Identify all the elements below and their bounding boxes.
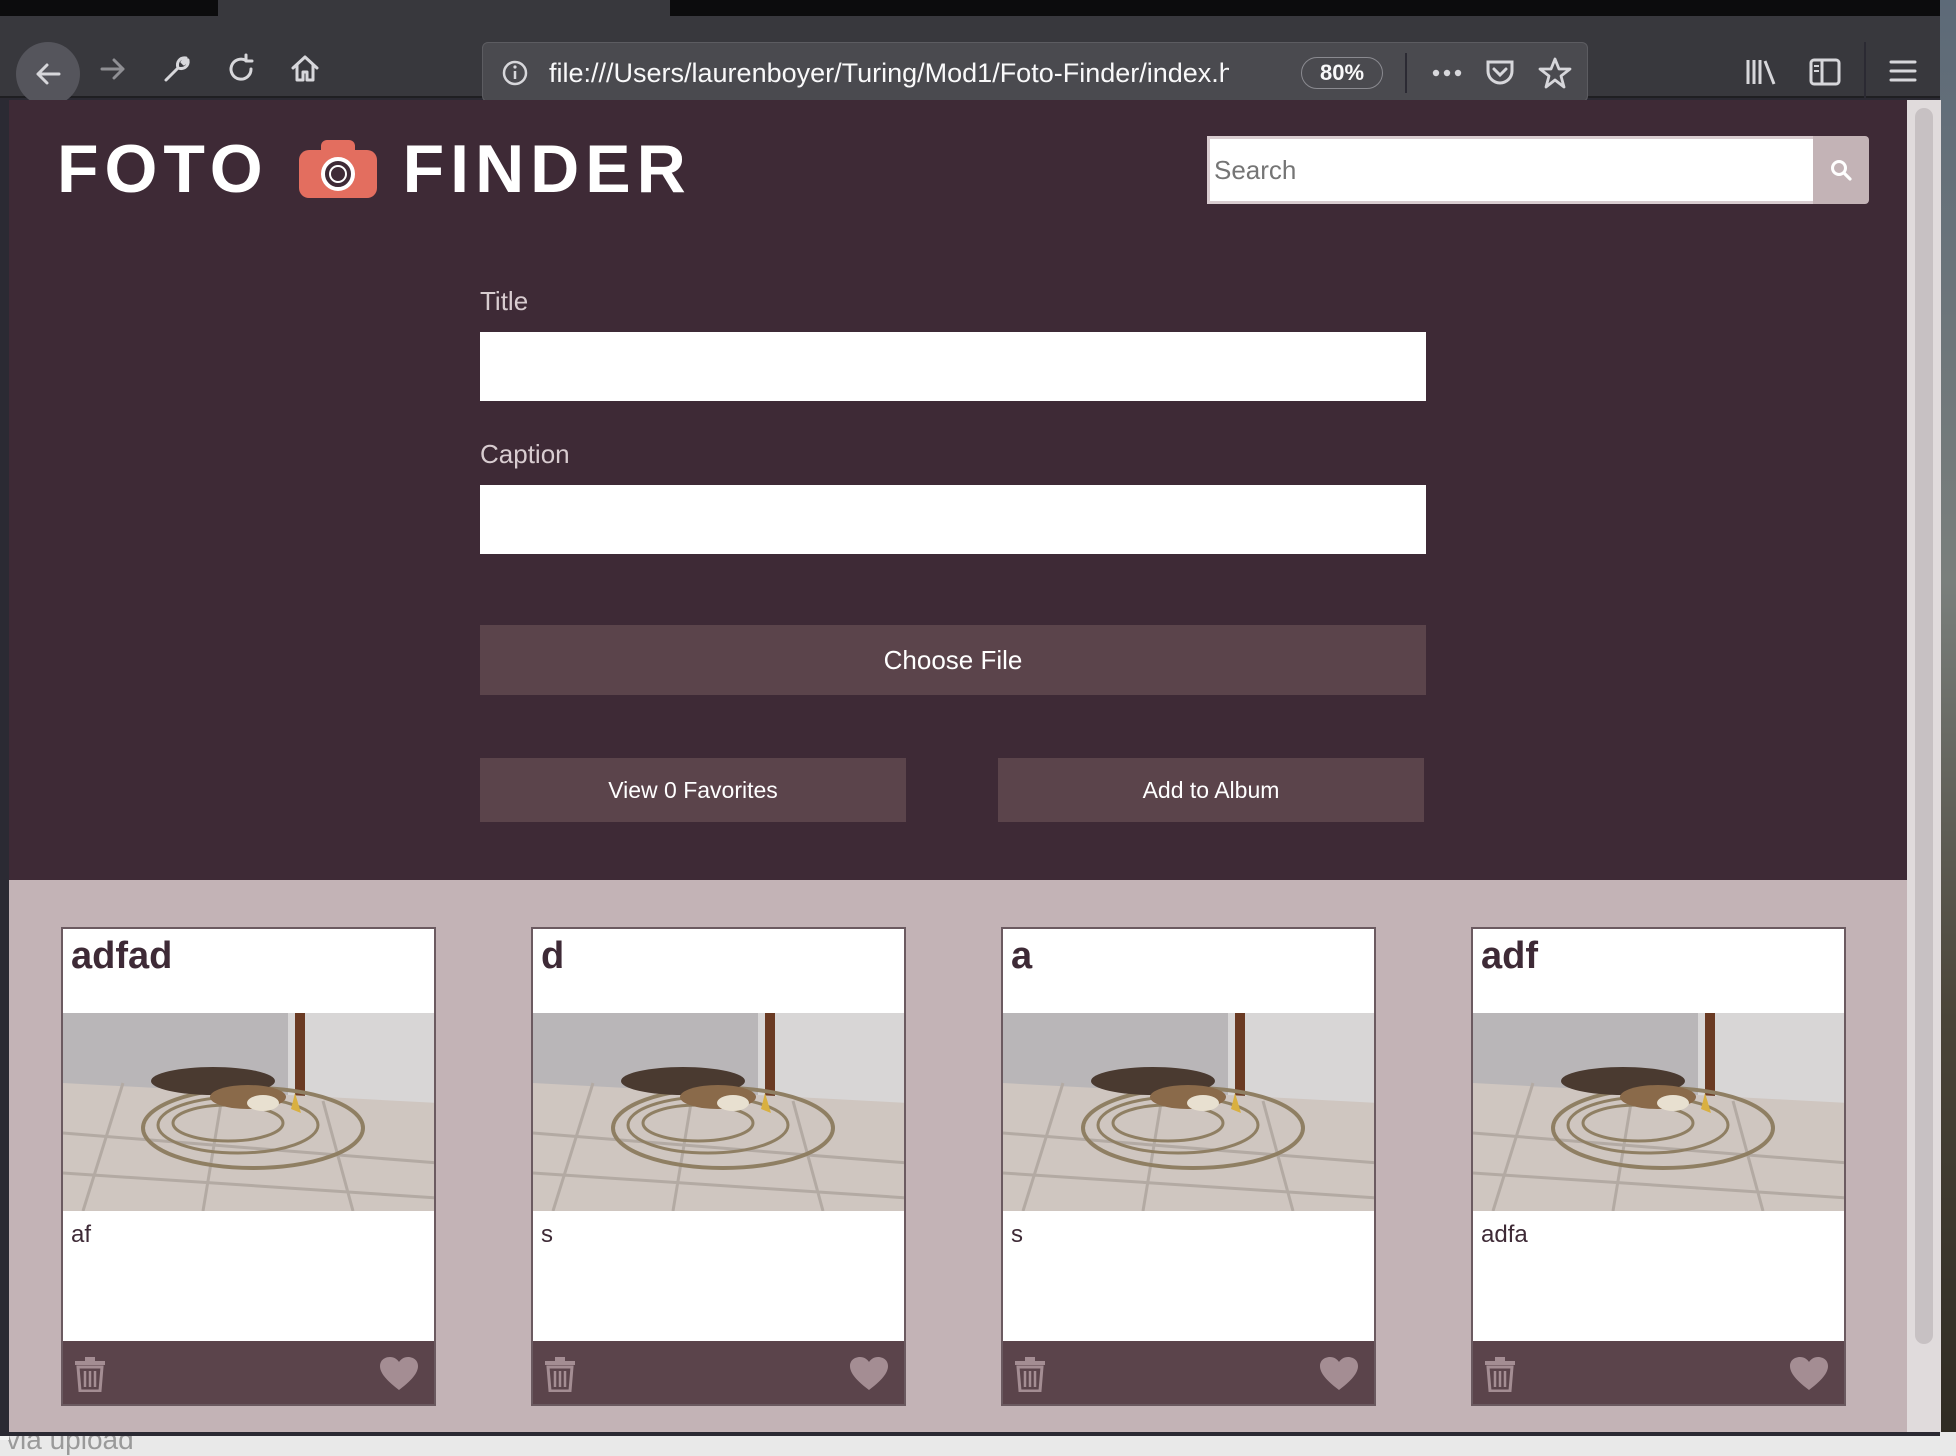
card-photo <box>63 1013 434 1211</box>
url-bar[interactable]: file:///Users/laurenboyer/Turing/Mod1/Fo… <box>482 42 1588 102</box>
active-tab[interactable] <box>218 0 670 16</box>
home-button[interactable] <box>278 42 332 96</box>
photo-card: a s <box>1001 927 1376 1406</box>
card-title[interactable]: d <box>541 935 564 978</box>
reload-icon <box>229 53 254 81</box>
photo-card: adf adfa <box>1471 927 1846 1406</box>
bookmark-star-icon[interactable] <box>1537 55 1573 91</box>
camera-icon <box>298 140 377 198</box>
back-button[interactable] <box>16 42 80 106</box>
search-bar <box>1207 136 1869 204</box>
arrow-right-icon <box>100 58 125 80</box>
caption-label: Caption <box>480 439 570 469</box>
search-input[interactable] <box>1207 136 1815 204</box>
hamburger-menu-icon[interactable] <box>1888 56 1918 86</box>
trash-icon[interactable] <box>1013 1356 1047 1392</box>
browser-window: file:///Users/laurenboyer/Turing/Mod1/Fo… <box>0 0 1941 1436</box>
cat-photo-image <box>63 1013 434 1211</box>
toolbar-separator <box>1864 42 1866 102</box>
search-button[interactable] <box>1813 136 1869 204</box>
urlbar-separator <box>1405 53 1407 93</box>
page-scrollbar[interactable] <box>1907 100 1941 1432</box>
search-icon <box>1831 160 1852 181</box>
card-title[interactable]: adfad <box>71 935 172 978</box>
card-footer <box>533 1341 904 1404</box>
card-caption[interactable]: s <box>1011 1221 1023 1249</box>
card-title[interactable]: a <box>1011 935 1032 978</box>
header-section: FOTO FINDER Title <box>9 100 1907 880</box>
trash-icon[interactable] <box>1483 1356 1517 1392</box>
more-actions-icon[interactable] <box>1427 59 1467 87</box>
library-icon[interactable] <box>1744 56 1780 88</box>
logo-word-foto: FOTO <box>57 131 269 207</box>
card-footer <box>1473 1341 1844 1404</box>
app-logo: FOTO FINDER <box>57 124 692 214</box>
card-footer <box>63 1341 434 1404</box>
card-caption[interactable]: s <box>541 1221 553 1249</box>
card-photo <box>1003 1013 1374 1211</box>
heart-icon[interactable] <box>1319 1356 1359 1392</box>
zoom-level-button[interactable]: 80% <box>1301 57 1383 89</box>
card-photo <box>533 1013 904 1211</box>
cat-photo-image <box>1473 1013 1844 1211</box>
heart-icon[interactable] <box>379 1356 419 1392</box>
photo-card: adfad af <box>61 927 436 1406</box>
card-caption[interactable]: adfa <box>1481 1221 1528 1249</box>
forward-button[interactable] <box>86 42 140 96</box>
tab-strip <box>0 0 1940 16</box>
card-title[interactable]: adf <box>1481 935 1538 978</box>
title-input[interactable] <box>480 332 1426 401</box>
developer-tools-button[interactable] <box>150 42 204 96</box>
browser-toolbar: file:///Users/laurenboyer/Turing/Mod1/Fo… <box>0 16 1940 106</box>
cat-photo-image <box>533 1013 904 1211</box>
card-footer <box>1003 1341 1374 1404</box>
pocket-icon[interactable] <box>1483 57 1517 89</box>
reload-button[interactable] <box>214 42 268 96</box>
page-content: FOTO FINDER Title <box>9 100 1941 1432</box>
url-text[interactable]: file:///Users/laurenboyer/Turing/Mod1/Fo… <box>549 58 1229 89</box>
view-favorites-button[interactable]: View 0 Favorites <box>480 758 906 822</box>
photo-gallery: adfad af d s a s adf adfa <box>61 927 1861 1407</box>
logo-word-finder: FINDER <box>402 131 692 207</box>
info-icon <box>502 60 528 86</box>
card-caption[interactable]: af <box>71 1221 91 1249</box>
arrow-left-icon <box>36 63 61 85</box>
trash-icon[interactable] <box>543 1356 577 1392</box>
wrench-icon <box>164 56 190 82</box>
home-icon <box>291 55 319 82</box>
photo-card: d s <box>531 927 906 1406</box>
add-to-album-button[interactable]: Add to Album <box>998 758 1424 822</box>
heart-icon[interactable] <box>849 1356 889 1392</box>
title-label: Title <box>480 286 529 316</box>
caption-input[interactable] <box>480 485 1426 554</box>
choose-file-button[interactable]: Choose File <box>480 625 1426 695</box>
heart-icon[interactable] <box>1789 1356 1829 1392</box>
cat-photo-image <box>1003 1013 1374 1211</box>
sidebar-icon[interactable] <box>1808 56 1842 88</box>
trash-icon[interactable] <box>73 1356 107 1392</box>
card-photo <box>1473 1013 1844 1211</box>
scrollbar-thumb[interactable] <box>1915 108 1933 1344</box>
